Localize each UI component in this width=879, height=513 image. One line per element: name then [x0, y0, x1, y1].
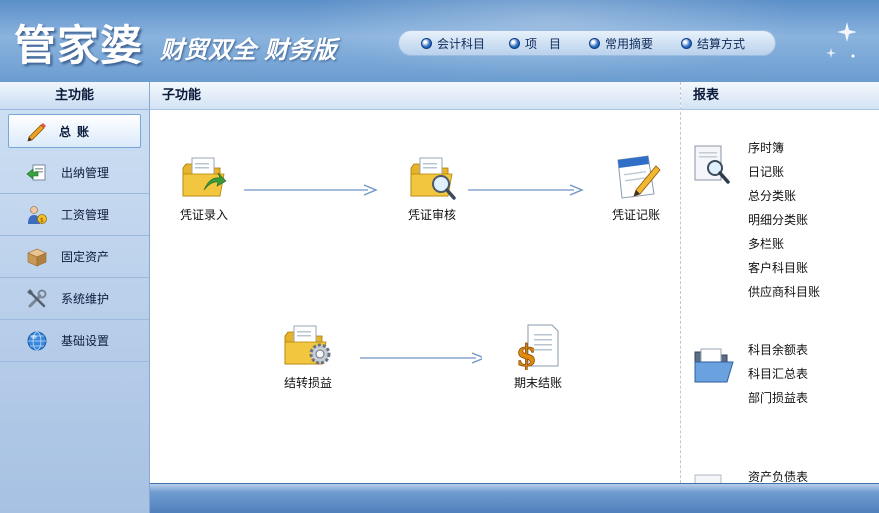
- document-pencil-icon: [617, 155, 661, 199]
- report-multi-column-ledger[interactable]: 多栏账: [748, 232, 820, 256]
- salary-icon: $: [28, 205, 47, 224]
- flow-label: 期末结账: [513, 376, 562, 390]
- radio-dot-icon: [589, 37, 600, 49]
- tools-icon: [27, 288, 47, 307]
- report-subject-summary[interactable]: 科目汇总表: [748, 362, 808, 386]
- sidebar-item-cashier[interactable]: 出纳管理: [0, 152, 149, 194]
- flow-period-end-closing[interactable]: $ 期末结账: [498, 322, 578, 391]
- open-folder-icon: [694, 348, 734, 383]
- nav-common-summaries[interactable]: 常用摘要: [567, 31, 659, 55]
- reports-panel: 报表 序时簿 日记账 总分类账 明细分类账 多栏账 客户科目账 供应商科目账 科…: [680, 82, 879, 513]
- sidebar-item-salary[interactable]: $ 工资管理: [0, 194, 149, 236]
- sidebar-item-general-ledger[interactable]: 总账: [8, 114, 141, 148]
- pencil-icon: [27, 123, 46, 142]
- sidebar-item-basic-settings[interactable]: 基础设置: [0, 320, 149, 362]
- flow-arrow: [244, 184, 378, 196]
- nav-label: 常用摘要: [605, 36, 654, 51]
- svg-text:$: $: [516, 339, 537, 370]
- nav-label: 项 目: [525, 36, 562, 51]
- report-general-ledger[interactable]: 总分类账: [748, 184, 820, 208]
- document-magnifier-icon: [694, 145, 730, 184]
- globe-icon: [27, 331, 47, 350]
- sidebar-item-label: 出纳管理: [61, 166, 110, 180]
- radio-dot-icon: [421, 37, 432, 49]
- folder-gear-icon: [284, 325, 331, 365]
- nav-settlement-methods[interactable]: 结算方式: [659, 31, 759, 55]
- flow-voucher-posting[interactable]: 凭证记账: [596, 154, 676, 223]
- box-icon: [27, 248, 47, 266]
- sidebar-item-label: 系统维护: [61, 292, 110, 306]
- flow-label: 凭证审核: [407, 208, 456, 222]
- sidebar-item-label: 固定资产: [61, 250, 110, 264]
- folder-search-icon: [410, 157, 456, 200]
- nav-projects[interactable]: 项 目: [487, 31, 567, 55]
- flow-label: 凭证记账: [611, 208, 660, 222]
- flow-voucher-review[interactable]: 凭证审核: [392, 154, 472, 223]
- report-list-balances: 科目余额表 科目汇总表 部门损益表: [748, 338, 808, 410]
- panel-title: 子功能: [150, 82, 680, 110]
- nav-accounting-subjects[interactable]: 会计科目: [399, 31, 487, 55]
- report-supplier-ledger[interactable]: 供应商科目账: [748, 280, 820, 304]
- report-department-pl[interactable]: 部门损益表: [748, 386, 808, 410]
- report-customer-ledger[interactable]: 客户科目账: [748, 256, 820, 280]
- sidebar-item-fixed-assets[interactable]: 固定资产: [0, 236, 149, 278]
- flow-arrow: [468, 184, 584, 196]
- app-header: 管家婆 财贸双全 财务版 会计科目 项 目 常用摘要 结算方式: [0, 0, 879, 82]
- bottom-status-bar: [150, 483, 879, 513]
- flow-arrow: [360, 352, 482, 364]
- flow-label: 结转损益: [283, 376, 332, 390]
- dollar-document-icon: $: [516, 324, 559, 370]
- logo-subtitle: 财贸双全 财务版: [160, 36, 337, 64]
- sidebar-item-label: 基础设置: [61, 334, 110, 348]
- report-journal-book[interactable]: 序时簿: [748, 136, 820, 160]
- flow-profit-loss-transfer[interactable]: 结转损益: [268, 322, 348, 391]
- sub-function-panel: 子功能 凭证录入 凭证审核 凭证记账 结转损益 $ 期末结账: [150, 82, 680, 513]
- sidebar-item-label: 总账: [59, 124, 96, 139]
- sidebar-item-system-maintenance[interactable]: 系统维护: [0, 278, 149, 320]
- sparkle-icon: [826, 22, 857, 58]
- radio-dot-icon: [681, 37, 692, 49]
- panel-title: 报表: [681, 82, 879, 110]
- logo-main: 管家婆: [14, 21, 144, 70]
- flow-voucher-entry[interactable]: 凭证录入: [164, 154, 244, 223]
- report-subject-balance[interactable]: 科目余额表: [748, 338, 808, 362]
- report-daily-journal[interactable]: 日记账: [748, 160, 820, 184]
- folder-arrow-icon: [182, 157, 227, 197]
- cashier-icon: [26, 164, 46, 180]
- report-list-ledgers: 序时簿 日记账 总分类账 明细分类账 多栏账 客户科目账 供应商科目账: [748, 136, 820, 304]
- main-function-sidebar: 主功能 总账 出纳管理 $ 工资管理 固定资产 系统维护 基础设置: [0, 82, 150, 513]
- svg-text:$: $: [40, 217, 44, 224]
- flow-label: 凭证录入: [179, 208, 228, 222]
- report-detail-ledger[interactable]: 明细分类账: [748, 208, 820, 232]
- nav-label: 会计科目: [437, 36, 486, 51]
- sidebar-title: 主功能: [0, 82, 149, 110]
- sidebar-item-label: 工资管理: [61, 208, 110, 222]
- top-nav-bar: 会计科目 项 目 常用摘要 结算方式: [398, 30, 776, 56]
- nav-label: 结算方式: [697, 36, 746, 51]
- radio-dot-icon: [509, 37, 520, 49]
